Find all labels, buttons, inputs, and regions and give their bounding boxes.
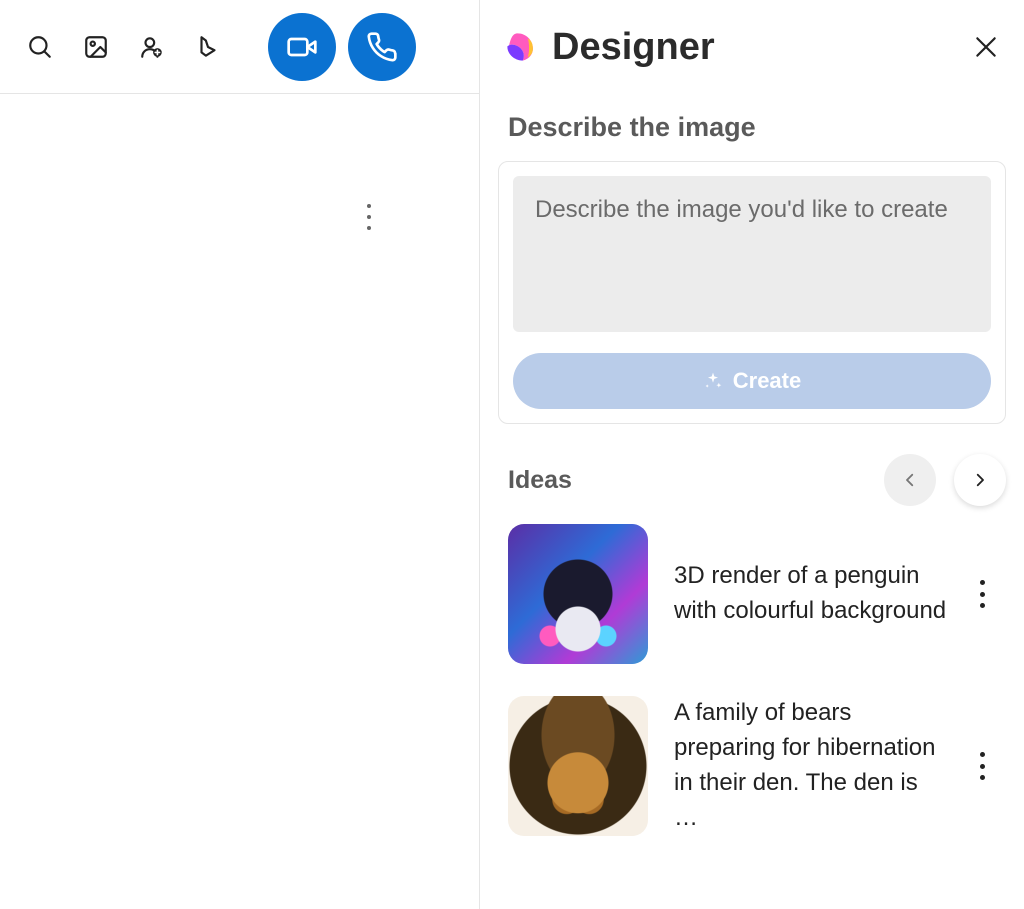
idea-thumbnail bbox=[508, 524, 648, 664]
designer-header: Designer bbox=[498, 0, 1006, 94]
designer-logo-icon bbox=[504, 30, 538, 64]
add-contact-icon[interactable] bbox=[130, 25, 174, 69]
describe-heading: Describe the image bbox=[498, 112, 1006, 143]
audio-call-button[interactable] bbox=[348, 13, 416, 81]
ideas-heading: Ideas bbox=[508, 466, 572, 495]
gallery-icon[interactable] bbox=[74, 25, 118, 69]
prompt-card: Create bbox=[498, 161, 1006, 424]
close-button[interactable] bbox=[972, 33, 1000, 61]
designer-title: Designer bbox=[552, 26, 715, 69]
bing-icon[interactable] bbox=[186, 25, 230, 69]
idea-more-icon[interactable] bbox=[974, 580, 990, 608]
search-icon[interactable] bbox=[18, 25, 62, 69]
idea-item[interactable]: 3D render of a penguin with colourful ba… bbox=[498, 524, 1006, 664]
create-button-label: Create bbox=[733, 368, 801, 394]
video-call-button[interactable] bbox=[268, 13, 336, 81]
ideas-prev-button[interactable] bbox=[884, 454, 936, 506]
chat-toolbar bbox=[0, 0, 479, 94]
idea-text: A family of bears preparing for hibernat… bbox=[674, 696, 948, 835]
idea-text: 3D render of a penguin with colourful ba… bbox=[674, 559, 948, 629]
idea-thumbnail bbox=[508, 696, 648, 836]
idea-more-icon[interactable] bbox=[974, 752, 990, 780]
ideas-next-button[interactable] bbox=[954, 454, 1006, 506]
prompt-input[interactable] bbox=[513, 176, 991, 332]
idea-item[interactable]: A family of bears preparing for hibernat… bbox=[498, 696, 1006, 836]
create-button[interactable]: Create bbox=[513, 353, 991, 409]
message-more-icon[interactable] bbox=[362, 204, 376, 230]
